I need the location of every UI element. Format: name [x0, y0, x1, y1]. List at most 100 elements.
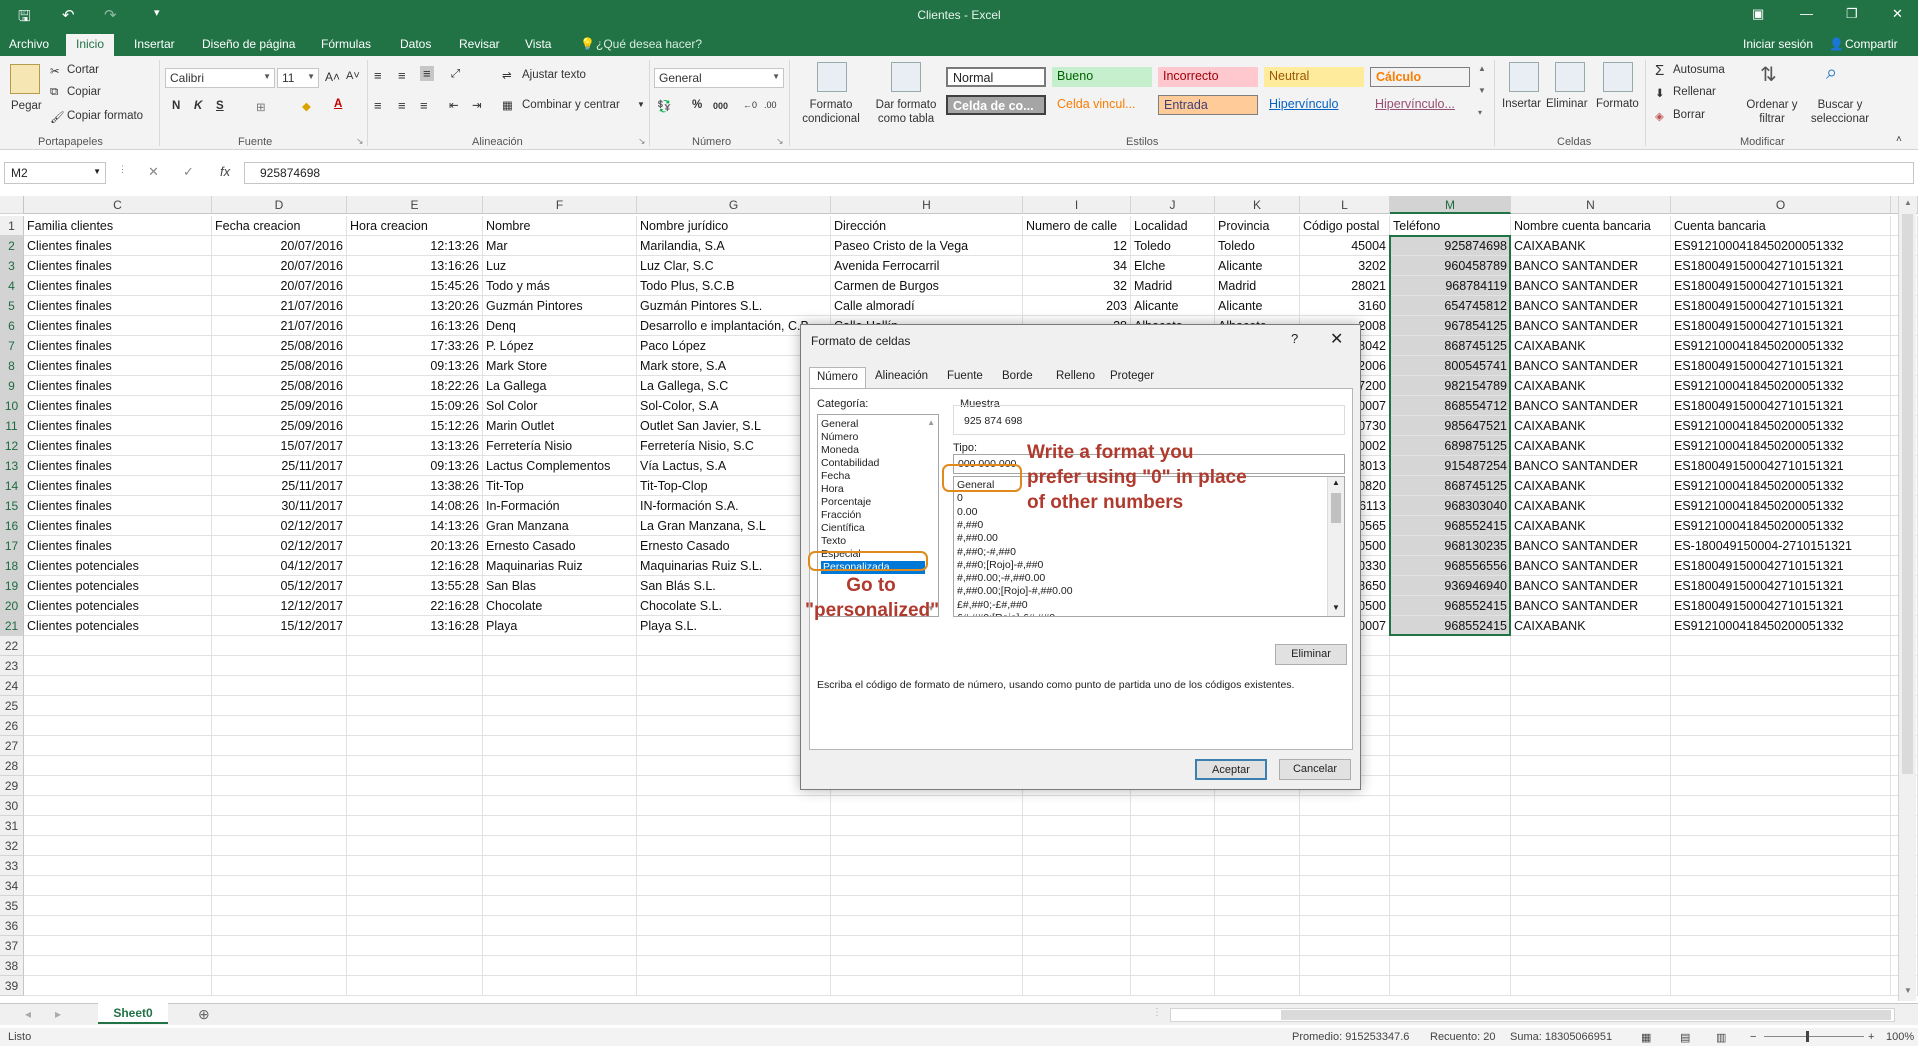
- grid-cell[interactable]: [212, 896, 347, 916]
- grid-cell[interactable]: [1300, 796, 1390, 816]
- grid-cell[interactable]: [483, 776, 637, 796]
- row-header[interactable]: 11: [0, 416, 24, 436]
- grid-cell[interactable]: [1511, 756, 1671, 776]
- grid-cell[interactable]: [483, 696, 637, 716]
- grid-cell[interactable]: [1671, 896, 1891, 916]
- grid-cell[interactable]: Guzmán Pintores S.L.: [637, 296, 831, 316]
- grid-cell[interactable]: [347, 676, 483, 696]
- shrink-font-icon[interactable]: A˅: [346, 70, 360, 82]
- grid-cell[interactable]: 13:55:28: [347, 576, 483, 596]
- grid-cell[interactable]: ES1800491500042710151321: [1671, 456, 1891, 476]
- grid-cell[interactable]: [637, 836, 831, 856]
- grid-cell[interactable]: [637, 936, 831, 956]
- format-cells-button[interactable]: Formato: [1596, 98, 1639, 110]
- styles-scroll-down-icon[interactable]: ▼: [1478, 86, 1486, 95]
- grid-cell[interactable]: [1511, 836, 1671, 856]
- grid-cell[interactable]: [483, 856, 637, 876]
- grid-cell[interactable]: La Gallega: [483, 376, 637, 396]
- header-cell[interactable]: Numero de calle: [1023, 216, 1131, 236]
- cancel-button[interactable]: Cancelar: [1279, 759, 1351, 780]
- column-header[interactable]: C: [24, 196, 212, 214]
- grid-cell[interactable]: [1390, 736, 1511, 756]
- grid-cell[interactable]: [24, 816, 212, 836]
- style-hyperlink[interactable]: Hipervínculo: [1264, 95, 1364, 115]
- grid-cell[interactable]: Mark Store: [483, 356, 637, 376]
- drag-handle-icon[interactable]: ⋮: [118, 164, 127, 175]
- grid-cell[interactable]: Clientes potenciales: [24, 596, 212, 616]
- grid-cell[interactable]: ES9121000418450200051332: [1671, 376, 1891, 396]
- decrease-decimal-icon[interactable]: .00: [764, 100, 777, 110]
- scroll-down-icon[interactable]: ▼: [1904, 986, 1912, 995]
- tab-border[interactable]: Borde: [995, 367, 1040, 389]
- grid-cell[interactable]: ES1800491500042710151321: [1671, 356, 1891, 376]
- alignment-launcher-icon[interactable]: ↘: [638, 136, 646, 147]
- grid-cell[interactable]: [1511, 936, 1671, 956]
- chevron-down-icon[interactable]: ▼: [637, 100, 645, 109]
- grid-cell[interactable]: [831, 916, 1023, 936]
- grid-cell[interactable]: ES9121000418450200051332: [1671, 236, 1891, 256]
- grid-cell[interactable]: 12:13:26: [347, 236, 483, 256]
- grid-cell[interactable]: [212, 816, 347, 836]
- grid-cell[interactable]: [1390, 856, 1511, 876]
- grid-cell[interactable]: [212, 796, 347, 816]
- grid-cell[interactable]: [212, 776, 347, 796]
- grid-cell[interactable]: ES9121000418450200051332: [1671, 616, 1891, 636]
- tab-file[interactable]: Archivo: [9, 37, 49, 51]
- format-code-item[interactable]: 0: [957, 492, 963, 505]
- column-header[interactable]: I: [1023, 196, 1131, 214]
- grid-cell[interactable]: [831, 936, 1023, 956]
- delete-cells-button[interactable]: Eliminar: [1546, 98, 1588, 110]
- row-header[interactable]: 16: [0, 516, 24, 536]
- split-handle-icon[interactable]: ⋮: [1152, 1007, 1162, 1018]
- grid-cell[interactable]: [1131, 836, 1215, 856]
- row-header[interactable]: 27: [0, 736, 24, 756]
- format-painter-button[interactable]: Copiar formato: [67, 110, 143, 122]
- italic-button[interactable]: K: [194, 100, 202, 112]
- grid-cell[interactable]: Clientes finales: [24, 496, 212, 516]
- page-break-view-icon[interactable]: ▥: [1716, 1031, 1726, 1044]
- align-center-icon[interactable]: ≡: [398, 98, 406, 113]
- grid-cell[interactable]: [1300, 896, 1390, 916]
- align-left-icon[interactable]: ≡: [374, 98, 382, 113]
- grid-cell[interactable]: 25/11/2017: [212, 476, 347, 496]
- row-header[interactable]: 6: [0, 316, 24, 336]
- accounting-icon[interactable]: 💱: [657, 99, 671, 113]
- header-cell[interactable]: Nombre cuenta bancaria: [1511, 216, 1671, 236]
- grid-cell[interactable]: 15:09:26: [347, 396, 483, 416]
- row-header[interactable]: 7: [0, 336, 24, 356]
- grid-cell[interactable]: [212, 856, 347, 876]
- row-header[interactable]: 8: [0, 356, 24, 376]
- increase-decimal-icon[interactable]: ←0: [743, 100, 757, 110]
- sheet-tab-sheet0[interactable]: Sheet0: [98, 1003, 168, 1024]
- grid-cell[interactable]: 15/07/2017: [212, 436, 347, 456]
- grid-cell[interactable]: [483, 936, 637, 956]
- grid-cell[interactable]: [1671, 756, 1891, 776]
- h-scroll-thumb[interactable]: [1281, 1010, 1891, 1020]
- grid-cell[interactable]: [1390, 876, 1511, 896]
- category-item[interactable]: Moneda: [821, 444, 859, 457]
- grid-cell[interactable]: Clientes finales: [24, 336, 212, 356]
- delete-cells-icon[interactable]: [1555, 62, 1585, 92]
- grid-cell[interactable]: CAIXABANK: [1511, 376, 1671, 396]
- header-cell[interactable]: Dirección: [831, 216, 1023, 236]
- fill-icon[interactable]: ⬇: [1655, 86, 1665, 100]
- grid-cell[interactable]: ES1800491500042710151321: [1671, 556, 1891, 576]
- grid-cell[interactable]: [1511, 656, 1671, 676]
- grid-cell[interactable]: 15/12/2017: [212, 616, 347, 636]
- grid-cell[interactable]: [1131, 956, 1215, 976]
- column-header[interactable]: M: [1390, 196, 1511, 214]
- grid-cell[interactable]: [212, 916, 347, 936]
- scroll-thumb[interactable]: [1331, 493, 1341, 523]
- format-as-table-icon[interactable]: [891, 62, 921, 92]
- grid-cell[interactable]: Alicante: [1131, 296, 1215, 316]
- grid-cell[interactable]: Clientes finales: [24, 296, 212, 316]
- row-header[interactable]: 21: [0, 616, 24, 636]
- grid-cell[interactable]: [483, 636, 637, 656]
- header-cell[interactable]: Cuenta bancaria: [1671, 216, 1891, 236]
- font-size-select[interactable]: 11 ▼: [277, 68, 319, 88]
- grid-cell[interactable]: [1671, 956, 1891, 976]
- grid-cell[interactable]: [1671, 876, 1891, 896]
- category-item[interactable]: Científica: [821, 522, 865, 535]
- format-code-item[interactable]: #,##0.00: [957, 532, 998, 545]
- grid-cell[interactable]: [831, 956, 1023, 976]
